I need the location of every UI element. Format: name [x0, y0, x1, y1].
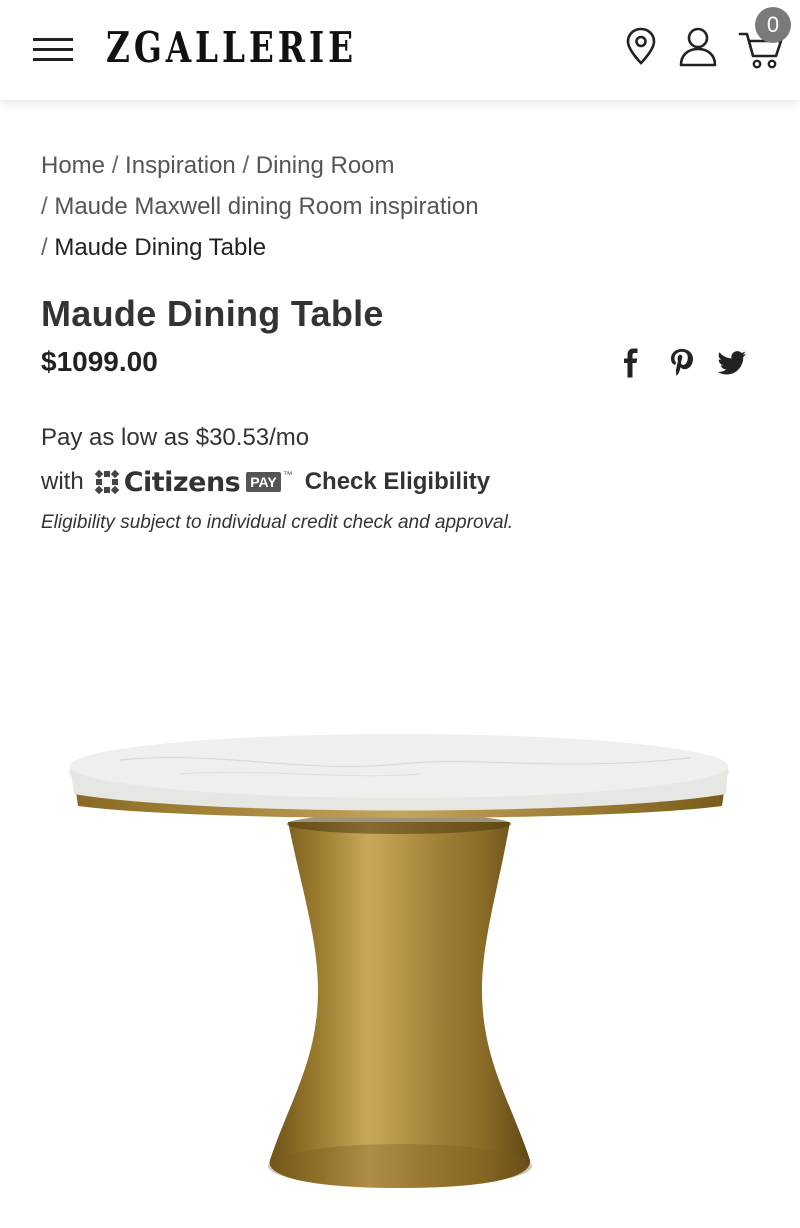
citizens-brand-name: Citizens	[123, 466, 241, 498]
financing-pay-as-low: Pay as low as $30.53/mo	[41, 424, 310, 451]
user-icon[interactable]	[678, 26, 718, 68]
citizens-pay-tag: PAY	[246, 472, 281, 492]
cart-count-badge[interactable]: 0	[755, 7, 791, 43]
breadcrumb-separator: /	[41, 234, 48, 261]
site-header: ZGALLERIE 0	[0, 0, 800, 100]
citizens-logo-icon	[94, 469, 119, 495]
pinterest-icon[interactable]	[668, 348, 696, 378]
breadcrumb-line-2: / Maude Maxwell dining Room inspiration	[41, 186, 761, 227]
financing-provider-line: with Citizens PAY ™ Check Eligibility	[41, 464, 490, 500]
breadcrumb-maude-maxwell[interactable]: Maude Maxwell dining Room inspiration	[54, 193, 478, 220]
trademark-mark: ™	[282, 470, 293, 481]
location-pin-icon[interactable]	[624, 26, 658, 66]
site-logo[interactable]: ZGALLERIE	[106, 22, 357, 74]
product-price: $1099.00	[41, 346, 158, 377]
facebook-icon[interactable]	[620, 348, 642, 378]
breadcrumb: Home / Inspiration / Dining Room / Maude…	[41, 145, 761, 268]
product-image[interactable]	[0, 560, 800, 1228]
financing-with-label: with	[41, 468, 84, 495]
twitter-icon[interactable]	[717, 348, 747, 378]
breadcrumb-dining-room[interactable]: Dining Room	[256, 152, 395, 179]
product-title: Maude Dining Table	[41, 293, 384, 334]
breadcrumb-separator: /	[111, 152, 119, 179]
breadcrumb-line-3: / Maude Dining Table	[41, 227, 761, 268]
check-eligibility-link[interactable]: Check Eligibility	[305, 468, 490, 496]
financing-disclaimer: Eligibility subject to individual credit…	[41, 512, 514, 533]
menu-icon[interactable]	[33, 36, 75, 66]
breadcrumb-line-1: Home / Inspiration / Dining Room	[41, 145, 761, 186]
breadcrumb-current: Maude Dining Table	[54, 234, 267, 261]
breadcrumb-inspiration[interactable]: Inspiration	[125, 152, 236, 179]
breadcrumb-separator: /	[242, 152, 250, 179]
breadcrumb-separator: /	[41, 193, 48, 220]
breadcrumb-home[interactable]: Home	[41, 152, 105, 179]
